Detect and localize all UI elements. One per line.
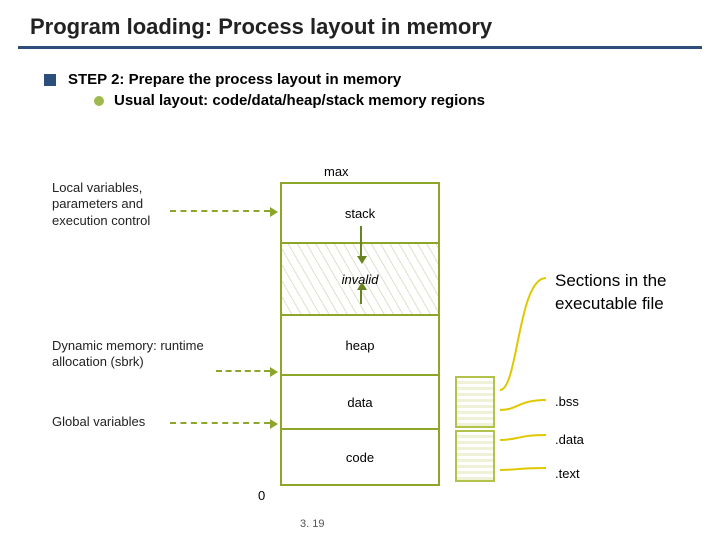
- bullet-step-2: STEP 2: Prepare the process layout in me…: [44, 71, 720, 88]
- exe-section-box-upper: [455, 376, 495, 428]
- label-heap-desc: Dynamic memory: runtime allocation (sbrk…: [52, 338, 222, 371]
- sub-bullet-layout: Usual layout: code/data/heap/stack memor…: [94, 92, 720, 109]
- region-heap: heap: [282, 316, 438, 376]
- memory-column: stack invalid heap data code: [280, 182, 440, 486]
- axis-max-label: max: [324, 164, 349, 179]
- bullet-step-2-text: STEP 2: Prepare the process layout in me…: [68, 71, 401, 88]
- sub-bullet-layout-text: Usual layout: code/data/heap/stack memor…: [114, 92, 485, 109]
- page-title: Program loading: Process layout in memor…: [0, 0, 720, 46]
- label-sections-title: Sections in the executable file: [555, 270, 695, 316]
- label-data-section: .data: [555, 432, 584, 447]
- arrow-to-stack: [170, 210, 270, 212]
- title-rule: [18, 46, 702, 49]
- dot-bullet-icon: [94, 96, 104, 106]
- arrow-heap-grows-up-icon: [360, 290, 362, 304]
- label-stack-desc: Local variables, parameters and executio…: [52, 180, 202, 229]
- slide-number: 3. 19: [300, 518, 324, 530]
- brace-connector-icon: [498, 270, 554, 480]
- square-bullet-icon: [44, 74, 56, 86]
- label-bss: .bss: [555, 394, 579, 409]
- region-data: data: [282, 376, 438, 430]
- memory-layout-diagram: max 0 Local variables, parameters and ex…: [0, 170, 720, 510]
- label-text-section: .text: [555, 466, 580, 481]
- exe-section-box-lower: [455, 430, 495, 482]
- region-heap-label: heap: [346, 338, 375, 353]
- arrow-to-data: [170, 422, 270, 424]
- axis-zero-label: 0: [258, 488, 265, 503]
- region-code: code: [282, 430, 438, 484]
- arrow-to-heap: [216, 370, 270, 372]
- region-data-label: data: [347, 395, 372, 410]
- arrow-stack-grows-down-icon: [360, 226, 362, 256]
- region-stack: stack: [282, 184, 438, 244]
- region-stack-label: stack: [345, 206, 375, 221]
- region-code-label: code: [346, 450, 374, 465]
